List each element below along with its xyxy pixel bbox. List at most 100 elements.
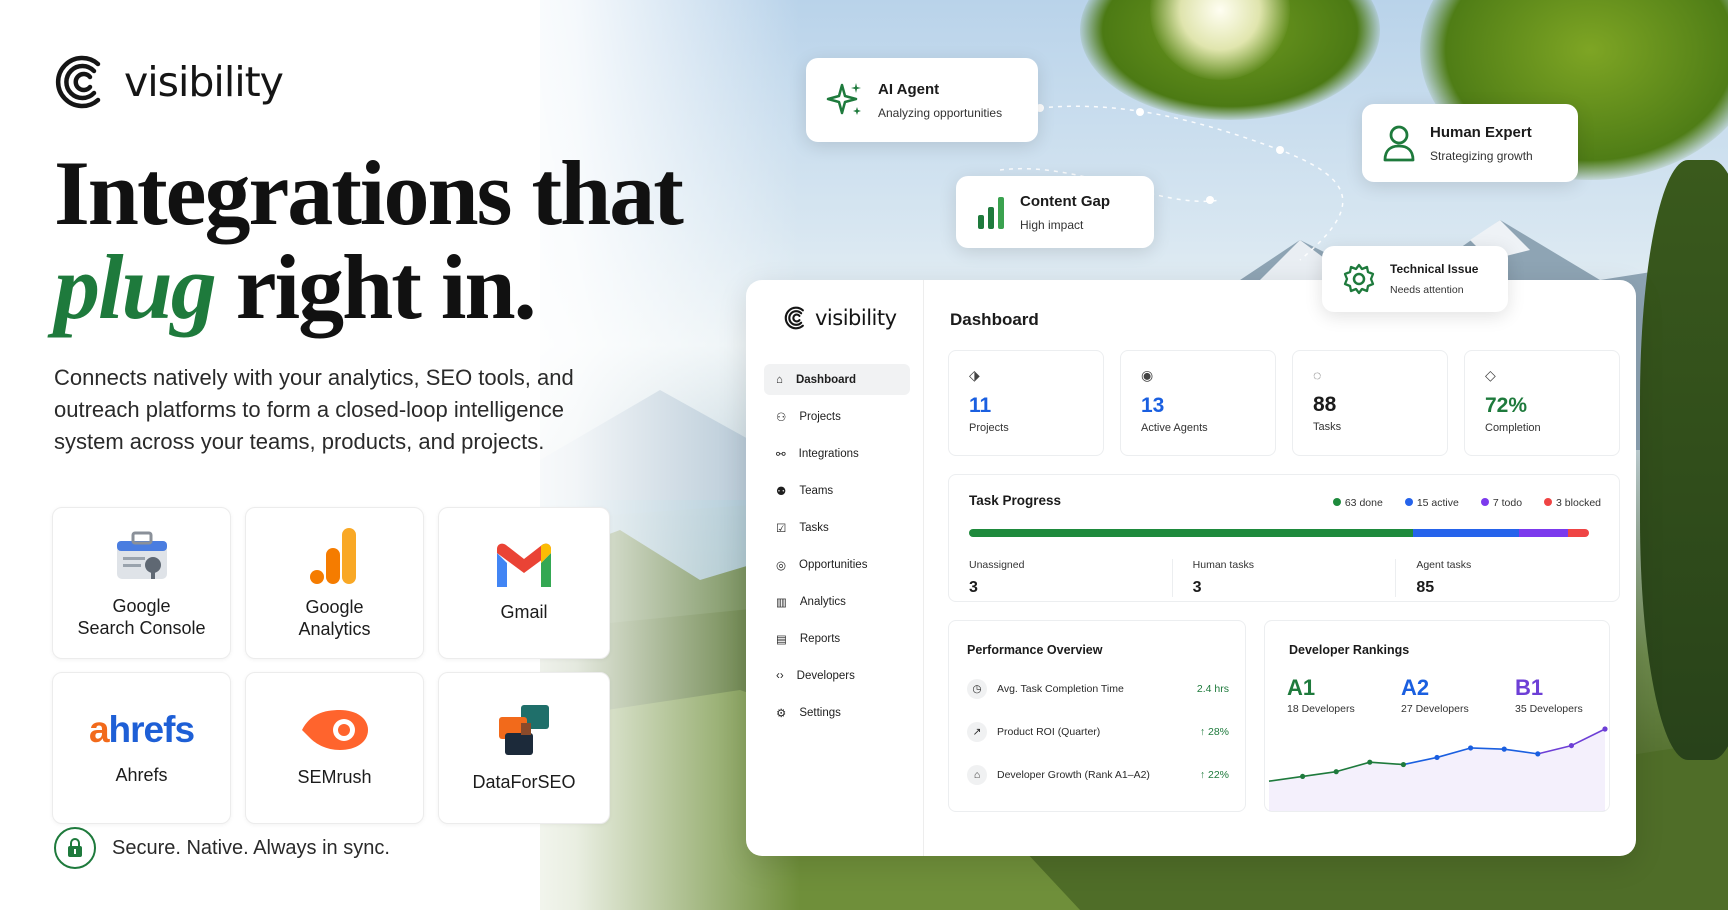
card-title: Performance Overview <box>967 643 1103 657</box>
performance-row[interactable]: ◷ Avg. Task Completion Time 2.4 hrs <box>967 679 1229 699</box>
performance-row[interactable]: ↗ Product ROI (Quarter) ↑ 28% <box>967 722 1229 742</box>
ai-agent-card[interactable]: AI Agent Analyzing opportunities <box>806 58 1038 142</box>
rank-count: 35 Developers <box>1515 703 1583 715</box>
developer-rankings-card: Developer Rankings A1 18 Developers A2 27 … <box>1264 620 1610 812</box>
sidebar-item-label: Dashboard <box>795 373 857 386</box>
dashboard-window: visibility ⌂ Dashboard ⚇ Projects ⚯ Integra… <box>746 280 1636 856</box>
breakdown-label: Agent tasks <box>1416 559 1472 571</box>
rank-a1[interactable]: A1 18 Developers <box>1287 675 1355 715</box>
rank-label: B1 <box>1515 675 1544 700</box>
performance-overview-card: Performance Overview ◷ Avg. Task Completi… <box>948 620 1246 812</box>
rank-count: 27 Developers <box>1401 703 1469 715</box>
rank-b1[interactable]: B1 35 Developers <box>1515 675 1583 715</box>
rank-count: 18 Developers <box>1287 703 1355 715</box>
integrations-icon: ⚯ <box>776 448 786 461</box>
trend-point <box>1434 754 1440 761</box>
sidebar-item-analytics[interactable]: ▥ Analytics <box>764 586 910 617</box>
content-gap-card[interactable]: Content Gap High impact <box>956 176 1154 248</box>
stat-value: 13 <box>1141 394 1165 417</box>
trend-point <box>1602 726 1608 732</box>
sidebar-item-teams[interactable]: ⚉ Teams <box>764 475 910 506</box>
sidebar-logo[interactable]: visibility <box>784 306 897 330</box>
lock-icon <box>54 827 96 869</box>
integration-card-dataforseo[interactable]: DataForSEO <box>438 672 610 824</box>
integration-card-gmail[interactable]: Gmail <box>438 507 610 659</box>
code-icon: ‹› <box>776 669 784 682</box>
card-title: Human Expert <box>1430 123 1532 141</box>
headline-accent: plug <box>54 236 217 338</box>
breakdown-value: 3 <box>1192 579 1202 596</box>
rank-label: A1 <box>1287 675 1316 700</box>
sidebar-item-tasks[interactable]: ☑ Tasks <box>764 512 910 543</box>
page-title: Dashboard <box>950 310 1039 329</box>
integration-label: Google Search Console <box>77 596 206 638</box>
integration-card-search-console[interactable]: Google Search Console <box>52 507 231 659</box>
trend-point <box>1300 773 1306 780</box>
dashboard-main: Dashboard ⬗ 11 Projects ◉ 13 Active Agen… <box>924 280 1636 856</box>
card-status: Needs attention <box>1390 284 1464 296</box>
stat-card-completion[interactable]: ◇ 72% Completion <box>1464 350 1620 456</box>
human-expert-card[interactable]: Human Expert Strategizing growth <box>1362 104 1578 182</box>
secure-text: Secure. Native. Always in sync. <box>112 836 390 859</box>
card-title: AI Agent <box>878 80 940 98</box>
rankings-trend-chart <box>1268 726 1608 811</box>
sidebar-item-label: Projects <box>799 410 841 423</box>
tasks-icon: ☑ <box>776 522 787 535</box>
sidebar-item-dashboard[interactable]: ⌂ Dashboard <box>764 364 910 395</box>
diamond-icon: ◇ <box>1485 367 1496 383</box>
integration-card-semrush[interactable]: SEMrush <box>245 672 424 824</box>
analytics-icon: ▥ <box>776 596 787 609</box>
card-status: Strategizing growth <box>1430 148 1533 163</box>
sidebar-item-developers[interactable]: ‹› Developers <box>764 660 910 691</box>
sidebar-item-label: Reports <box>799 632 841 645</box>
trend-icon: ↗ <box>967 722 987 742</box>
person-icon <box>1383 125 1415 162</box>
sidebar-nav: ⌂ Dashboard ⚇ Projects ⚯ Integrations ⚉ Team… <box>764 364 910 734</box>
sparkle-icon <box>826 83 861 115</box>
progress-segment <box>1518 529 1568 537</box>
home-icon: ⌂ <box>776 373 783 386</box>
stat-label: Completion <box>1485 422 1541 434</box>
stat-label: Active Agents <box>1141 422 1208 434</box>
breakdown-human: Human tasks 3 <box>1173 559 1397 597</box>
sidebar-item-reports[interactable]: ▤ Reports <box>764 623 910 654</box>
sidebar-item-opportunities[interactable]: ◎ Opportunities <box>764 549 910 580</box>
technical-issue-card[interactable]: Technical Issue Needs attention <box>1322 246 1508 312</box>
progress-bar <box>969 529 1589 537</box>
performance-row[interactable]: ⌂ Developer Growth (Rank A1–A2) ↑ 22% <box>967 765 1229 785</box>
hero-subtitle: Connects natively with your analytics, S… <box>54 365 574 454</box>
sidebar-item-label: Opportunities <box>799 558 868 571</box>
trend-area <box>1269 729 1605 811</box>
breakdown-agent: Agent tasks 85 <box>1396 559 1619 597</box>
agent-icon: ◉ <box>1141 367 1154 383</box>
stat-card-projects[interactable]: ⬗ 11 Projects <box>948 350 1104 456</box>
sidebar-item-label: Tasks <box>799 521 829 534</box>
integration-card-google-analytics[interactable]: Google Analytics <box>245 507 424 659</box>
integration-label: Ahrefs <box>115 765 168 785</box>
stat-card-active-agents[interactable]: ◉ 13 Active Agents <box>1120 350 1276 456</box>
sidebar-item-integrations[interactable]: ⚯ Integrations <box>764 438 910 469</box>
integration-card-ahrefs[interactable]: ahrefs Ahrefs <box>52 672 231 824</box>
sidebar-item-projects[interactable]: ⚇ Projects <box>764 401 910 432</box>
rank-a2[interactable]: A2 27 Developers <box>1401 675 1469 715</box>
task-progress-card: Task Progress 63 done 15 active 7 todo 3… <box>948 474 1620 602</box>
stat-value: 72% <box>1485 394 1528 417</box>
stat-card-tasks[interactable]: ◌ 88 Tasks <box>1292 350 1448 456</box>
brand-logo[interactable]: visibility <box>54 54 284 110</box>
task-breakdown: Unassigned 3 Human tasks 3 Agent tasks 85 <box>949 559 1619 597</box>
legend-item-todo: 7 todo <box>1480 497 1522 509</box>
legend-item-blocked: 3 blocked <box>1544 497 1601 509</box>
sidebar-brand-name: visibility <box>815 306 897 330</box>
headline-line2: right in. <box>214 236 537 338</box>
progress-segment <box>1412 529 1519 537</box>
breakdown-value: 3 <box>969 579 978 596</box>
performance-label: Product ROI (Quarter) <box>997 726 1101 738</box>
performance-label: Avg. Task Completion Time <box>997 683 1124 695</box>
integration-grid: Google Search Console Google Analytics G… <box>52 507 610 824</box>
sidebar-item-label: Settings <box>799 706 841 719</box>
breakdown-value: 85 <box>1416 579 1435 596</box>
performance-value: 2.4 hrs <box>1196 683 1229 695</box>
secure-note: Secure. Native. Always in sync. <box>54 827 390 869</box>
analytics-icon <box>309 528 356 584</box>
sidebar-item-settings[interactable]: ⚙ Settings <box>764 697 910 728</box>
